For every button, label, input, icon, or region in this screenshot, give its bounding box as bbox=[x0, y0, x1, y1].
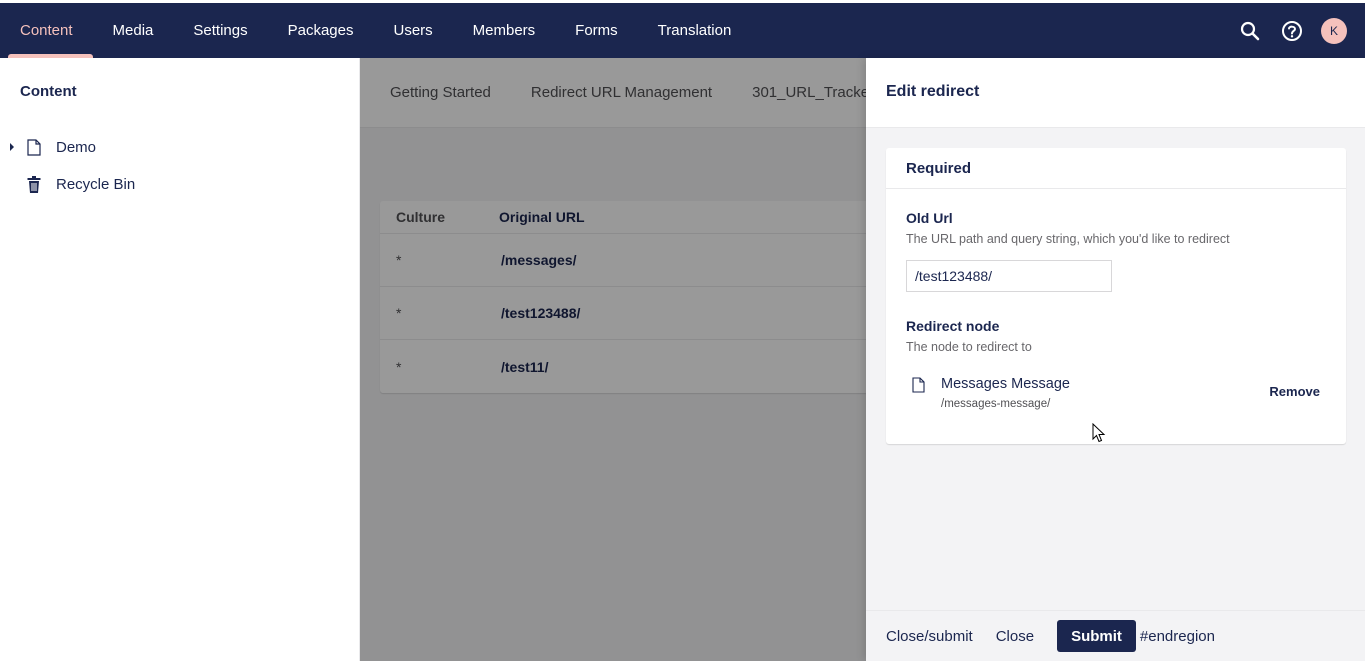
old-url-description: The URL path and query string, which you… bbox=[906, 232, 1230, 246]
redirect-node-description: The node to redirect to bbox=[906, 340, 1032, 354]
redirect-node-label: Redirect node bbox=[906, 318, 1000, 334]
panel-footer: Close/submit Close Submit #endregion bbox=[866, 610, 1365, 661]
help-icon[interactable] bbox=[1279, 18, 1305, 44]
old-url-label: Old Url bbox=[906, 210, 953, 226]
trash-icon bbox=[24, 175, 44, 193]
close-button[interactable]: Close bbox=[996, 628, 1034, 645]
mouse-pointer-icon bbox=[1092, 422, 1106, 448]
required-section: Required Old Url The URL path and query … bbox=[886, 148, 1346, 444]
nav-content[interactable]: Content bbox=[0, 3, 93, 58]
old-url-input[interactable] bbox=[906, 260, 1112, 292]
edit-redirect-panel: Edit redirect Required Old Url The URL p… bbox=[866, 58, 1365, 661]
document-icon bbox=[912, 377, 925, 398]
selected-node: Messages Message /messages-message/ Remo… bbox=[906, 374, 1326, 414]
panel-title: Edit redirect bbox=[886, 83, 980, 100]
selected-node-name: Messages Message bbox=[941, 376, 1070, 392]
tree-item-demo[interactable]: Demo bbox=[0, 132, 359, 162]
main-navigation: Content Media Settings Packages Users Me… bbox=[0, 3, 751, 58]
panel-header: Edit redirect bbox=[866, 58, 1365, 128]
nav-translation[interactable]: Translation bbox=[638, 3, 752, 58]
tree-item-recycle-bin[interactable]: Recycle Bin bbox=[0, 169, 359, 199]
nav-users[interactable]: Users bbox=[373, 3, 452, 58]
modal-backdrop[interactable] bbox=[360, 58, 866, 661]
nav-settings[interactable]: Settings bbox=[173, 3, 267, 58]
section-title: Required bbox=[886, 148, 1346, 189]
top-bar: Content Media Settings Packages Users Me… bbox=[0, 0, 1365, 58]
header-tools: K bbox=[1237, 3, 1347, 58]
content-tree: Content Demo Recycle Bin bbox=[0, 58, 360, 661]
caret-right-icon[interactable] bbox=[0, 143, 24, 151]
document-icon bbox=[24, 138, 44, 156]
selected-node-path: /messages-message/ bbox=[941, 398, 1051, 410]
endregion-text: #endregion bbox=[1139, 627, 1215, 645]
tree-item-label: Demo bbox=[56, 138, 97, 156]
close-submit-button[interactable]: Close/submit bbox=[886, 628, 973, 645]
nav-packages[interactable]: Packages bbox=[268, 3, 374, 58]
avatar[interactable]: K bbox=[1321, 17, 1347, 44]
nav-members[interactable]: Members bbox=[453, 3, 556, 58]
nav-forms[interactable]: Forms bbox=[555, 3, 638, 58]
nav-media[interactable]: Media bbox=[93, 3, 174, 58]
remove-node-button[interactable]: Remove bbox=[1269, 384, 1320, 399]
search-icon[interactable] bbox=[1237, 18, 1263, 44]
tree-item-label: Recycle Bin bbox=[56, 175, 136, 193]
submit-button[interactable]: Submit bbox=[1057, 620, 1136, 652]
tree-title: Content bbox=[20, 83, 77, 100]
